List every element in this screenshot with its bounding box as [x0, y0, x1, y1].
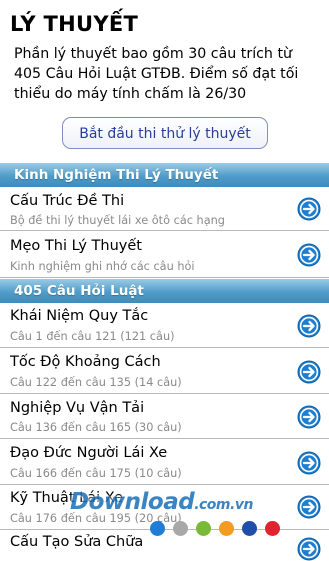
list-item-subtitle: Câu 136 đến câu 165 (30 câu) — [10, 421, 182, 434]
list-item-subtitle: Câu 1 đến câu 121 (121 câu) — [10, 330, 175, 343]
list-item-title: Đạo Đức Người Lái Xe — [10, 445, 168, 461]
list-item[interactable]: Nghiệp Vụ Vận Tải Câu 136 đến câu 165 (3… — [0, 395, 329, 439]
arrow-right-circle-icon[interactable] — [297, 495, 321, 519]
watermark-dot — [196, 521, 211, 536]
watermark-logo: Download.com.vn — [70, 489, 253, 515]
watermark-main: Download — [70, 489, 195, 515]
list-item-subtitle: Kinh nghiệm ghi nhớ các câu hỏi — [10, 260, 195, 273]
arrow-right-circle-icon[interactable] — [297, 360, 321, 384]
intro-text: Phần lý thuyết bao gồm 30 câu trích từ 4… — [14, 46, 299, 102]
list-item[interactable]: Cấu Trúc Đề Thi Bộ đề thi lý thuyết lái … — [0, 187, 329, 231]
list-item-title: Cấu Trúc Đề Thi — [10, 193, 125, 209]
section-header-405-questions: 405 Câu Hỏi Luật — [0, 279, 329, 303]
arrow-right-circle-icon[interactable] — [297, 314, 321, 338]
start-test-button[interactable]: Bắt đầu thi thử lý thuyết — [62, 117, 268, 149]
arrow-right-circle-icon[interactable] — [297, 243, 321, 267]
list-item[interactable]: Mẹo Thi Lý Thuyết Kinh nghiệm ghi nhớ cá… — [0, 232, 329, 278]
arrow-right-circle-icon[interactable] — [297, 197, 321, 221]
list-item-subtitle: Câu 122 đến câu 135 (14 câu) — [10, 376, 182, 389]
list-item-title: Nghiệp Vụ Vận Tải — [10, 400, 145, 416]
watermark-dot — [242, 521, 257, 536]
watermark-dot — [150, 521, 165, 536]
list-item-title: Khái Niệm Quy Tắc — [10, 308, 149, 324]
watermark-suffix: .com.vn — [194, 497, 253, 513]
section-header-experience: Kinh Nghiệm Thi Lý Thuyết — [0, 163, 329, 187]
watermark-dot — [219, 521, 234, 536]
arrow-right-circle-icon[interactable] — [297, 451, 321, 475]
list-item[interactable]: Cấu Tạo Sửa Chữa — [0, 531, 329, 561]
list-item-title: Tốc Độ Khoảng Cách — [10, 354, 161, 370]
list-item[interactable]: Đạo Đức Người Lái Xe Câu 166 đến câu 175… — [0, 440, 329, 485]
list-item-subtitle: Câu 166 đến câu 175 (10 câu) — [10, 467, 182, 480]
list-item[interactable]: Khái Niệm Quy Tắc Câu 1 đến câu 121 (121… — [0, 303, 329, 348]
list-item-subtitle: Bộ đề thi lý thuyết lái xe ôtô các hạng — [10, 214, 225, 227]
page-title: LÝ THUYẾT — [10, 12, 139, 36]
watermark-dot — [265, 521, 280, 536]
arrow-right-circle-icon[interactable] — [297, 405, 321, 429]
arrow-right-circle-icon[interactable] — [297, 537, 321, 561]
list-item[interactable]: Tốc Độ Khoảng Cách Câu 122 đến câu 135 (… — [0, 349, 329, 394]
watermark-dot — [173, 521, 188, 536]
list-item-title: Mẹo Thi Lý Thuyết — [10, 238, 142, 254]
